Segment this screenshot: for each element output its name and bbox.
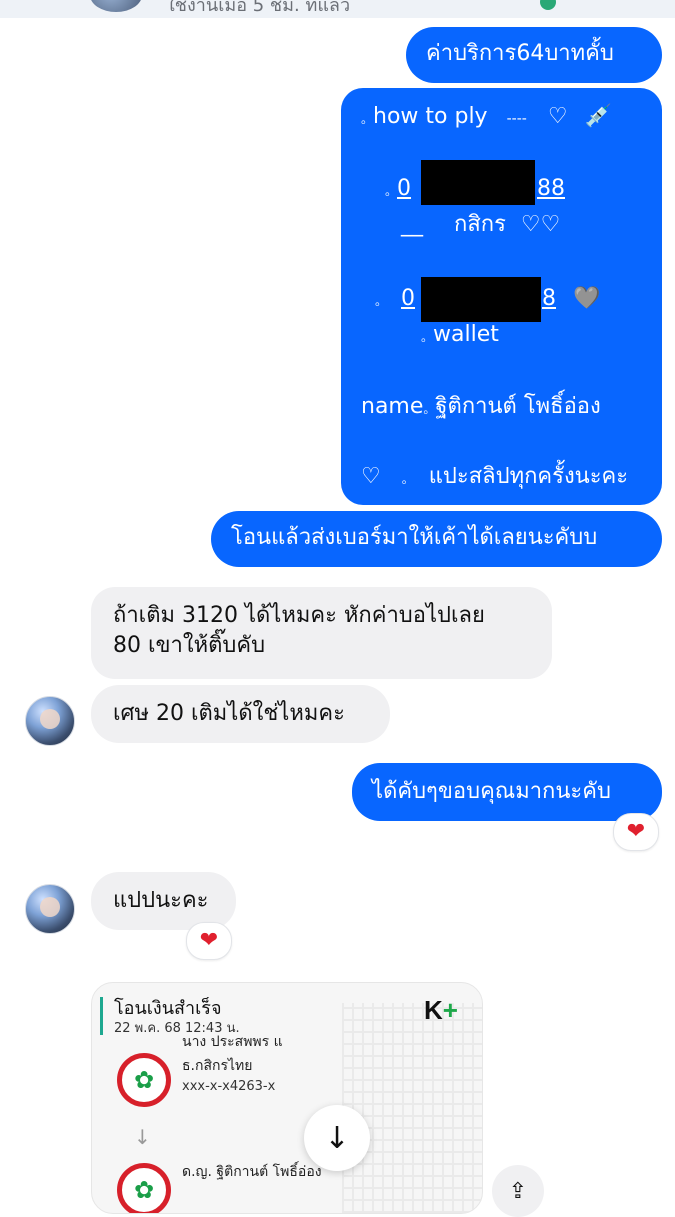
message-text: ได้คับๆขอบคุณมากนะคับ <box>372 779 611 804</box>
account-number-1-prefix: 0 <box>397 176 412 201</box>
transfer-arrow-icon: ↓ <box>134 1125 151 1149</box>
account-line-1-end: 88 <box>537 174 565 204</box>
message-outgoing[interactable]: ค่าบริการ64บาทคั้บ <box>406 27 662 83</box>
heart-reaction-icon[interactable]: ❤ <box>186 922 232 960</box>
message-outgoing[interactable]: ได้คับๆขอบคุณมากนะคับ <box>352 763 662 821</box>
account-line-1: 。0 <box>385 176 412 201</box>
kplus-logo-k: K <box>424 995 443 1025</box>
redaction-block <box>421 160 535 205</box>
sender-account: xxx-x-x4263-x <box>182 1079 276 1094</box>
message-text-line: 80 เขาให้ติ๊บคับ <box>113 633 266 658</box>
heart-outline-icon: ♡ <box>547 104 568 129</box>
message-text: แปปนะคะ <box>113 888 209 913</box>
sender-avatar[interactable] <box>25 884 75 934</box>
message-outgoing-payment-info[interactable]: 。how to ply ---- ♡ 💉 。0 88 __ กสิกร ♡♡ 。… <box>341 88 662 505</box>
name-label: name <box>361 394 424 419</box>
wallet-line: 。wallet <box>421 322 499 347</box>
account-line-2-end: 8 🩶 <box>542 284 600 314</box>
sender-name: นาง ประสพพร แ <box>182 1034 283 1050</box>
kplus-logo-plus: + <box>442 995 458 1025</box>
kbank-logo-icon: ✿ <box>117 1163 171 1213</box>
transfer-slip-image[interactable]: โอนเงินสำเร็จ 22 พ.ค. 68 12:43 น. K+ ✿ น… <box>91 982 483 1214</box>
payment-howto-line: 。how to ply ---- ♡ 💉 <box>361 104 612 129</box>
howto-label: how to ply <box>373 104 488 129</box>
share-button[interactable]: ⇪ <box>492 1165 544 1217</box>
grey-heart-icon: 🩶 <box>573 286 601 311</box>
sender-bank: ธ.กสิกรไทย <box>182 1058 253 1074</box>
heart-outline-icon: ♡♡ <box>520 212 561 237</box>
message-outgoing[interactable]: โอนแล้วส่งเบอร์มาให้เค้าได้เลยนะคับบ <box>211 511 662 567</box>
account-line-2: 。 0 <box>375 286 416 311</box>
heart-icon: ❤ <box>626 819 646 844</box>
bank-line-1: __ กสิกร ♡♡ <box>401 212 561 237</box>
message-text: โอนแล้วส่งเบอร์มาให้เค้าได้เลยนะคับบ <box>231 525 598 550</box>
message-incoming[interactable]: ถ้าเติม 3120 ได้ไหมคะ หักค่าบอไปเลย 80 เ… <box>91 587 552 679</box>
slip-note-line: ♡ 。 แปะสลิปทุกครั้งนะคะ <box>361 464 629 489</box>
syringe-icon: 💉 <box>584 104 612 129</box>
heart-reaction-icon[interactable]: ❤ <box>613 813 659 851</box>
heart-outline-icon: ♡ <box>361 464 381 489</box>
down-arrow-icon: ↓ <box>324 1120 350 1156</box>
message-text: ค่าบริการ64บาทคั้บ <box>426 41 614 66</box>
recipient-name: ด.ญ. ฐิติกานต์ โพธิ์อ่อง <box>182 1164 322 1180</box>
leaf-icon: ✿ <box>133 1066 155 1094</box>
message-text: เศษ 20 เติมได้ใช่ไหมคะ <box>113 701 345 726</box>
building-watermark <box>342 1003 482 1213</box>
kplus-logo: K+ <box>424 995 458 1026</box>
contact-avatar[interactable] <box>90 0 142 12</box>
message-text-line: ถ้าเติม 3120 ได้ไหมคะ หักค่าบอไปเลย <box>113 603 485 628</box>
account-number-2-prefix: 0 <box>401 286 416 311</box>
sender-avatar[interactable] <box>25 696 75 746</box>
scroll-down-button[interactable]: ↓ <box>304 1105 370 1171</box>
account-number-2-suffix: 8 <box>542 286 556 311</box>
active-status: ใช้งานเมื่อ 5 ชม. ที่แล้ว <box>166 0 351 16</box>
kbank-logo-icon: ✿ <box>117 1053 171 1107</box>
name-value: ฐิติกานต์ โพธิ์อ่อง <box>435 394 601 419</box>
name-line: name。ฐิติกานต์ โพธิ์อ่อง <box>361 394 601 419</box>
dash-decoration: ---- <box>506 111 527 127</box>
bank-name-1: กสิกร <box>454 212 506 237</box>
account-number-1-suffix: 88 <box>537 176 565 201</box>
redaction-block <box>421 277 541 322</box>
slip-note-text: แปะสลิปทุกครั้งนะคะ <box>428 464 629 489</box>
wallet-label: wallet <box>433 322 499 347</box>
chat-header-strip: ใช้งานเมื่อ 5 ชม. ที่แล้ว <box>0 0 675 18</box>
heart-icon: ❤ <box>199 928 219 953</box>
slip-accent-bar <box>100 997 103 1035</box>
online-indicator-icon <box>540 0 556 10</box>
message-incoming[interactable]: เศษ 20 เติมได้ใช่ไหมคะ <box>91 685 390 743</box>
